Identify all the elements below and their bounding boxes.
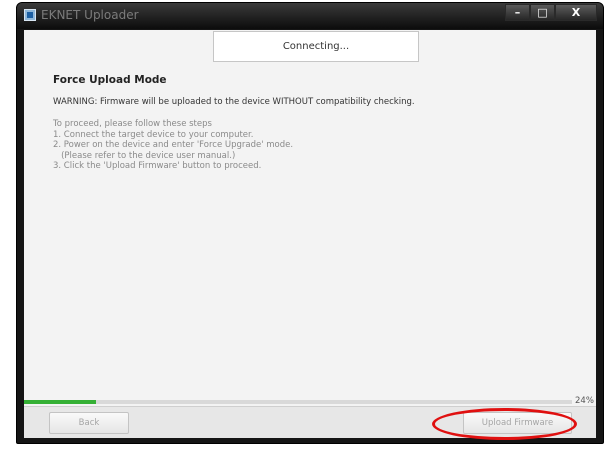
window-controls: – □ X: [505, 4, 597, 21]
maximize-button[interactable]: □: [530, 4, 555, 21]
instruction-line: 1. Connect the target device to your com…: [53, 129, 254, 140]
minimize-button[interactable]: –: [505, 4, 530, 21]
app-icon: [24, 9, 36, 21]
title-bar[interactable]: EKNET Uploader – □ X: [17, 3, 603, 29]
instruction-line: (Please refer to the device user manual.…: [53, 150, 236, 161]
progress-bar: [24, 400, 572, 404]
connection-status: Connecting...: [213, 31, 419, 62]
close-button[interactable]: X: [555, 4, 597, 21]
instruction-line: 2. Power on the device and enter 'Force …: [53, 140, 294, 151]
window-title: EKNET Uploader: [41, 8, 139, 22]
page-heading: Force Upload Mode: [53, 74, 167, 86]
warning-text: WARNING: Firmware will be uploaded to th…: [53, 97, 415, 107]
progress-percent: 24%: [575, 396, 594, 406]
client-area: Connecting... Force Upload Mode WARNING:…: [24, 30, 596, 438]
progress-fill: [24, 400, 97, 404]
instruction-line: 3. Click the 'Upload Firmware' button to…: [53, 161, 262, 172]
instruction-line: To proceed, please follow these steps: [53, 119, 212, 129]
highlight-circle: [432, 408, 577, 440]
instructions: To proceed, please follow these steps 1.…: [53, 119, 293, 172]
uploader-window: EKNET Uploader – □ X Connecting... Force…: [16, 2, 604, 444]
back-button[interactable]: Back: [49, 412, 129, 434]
